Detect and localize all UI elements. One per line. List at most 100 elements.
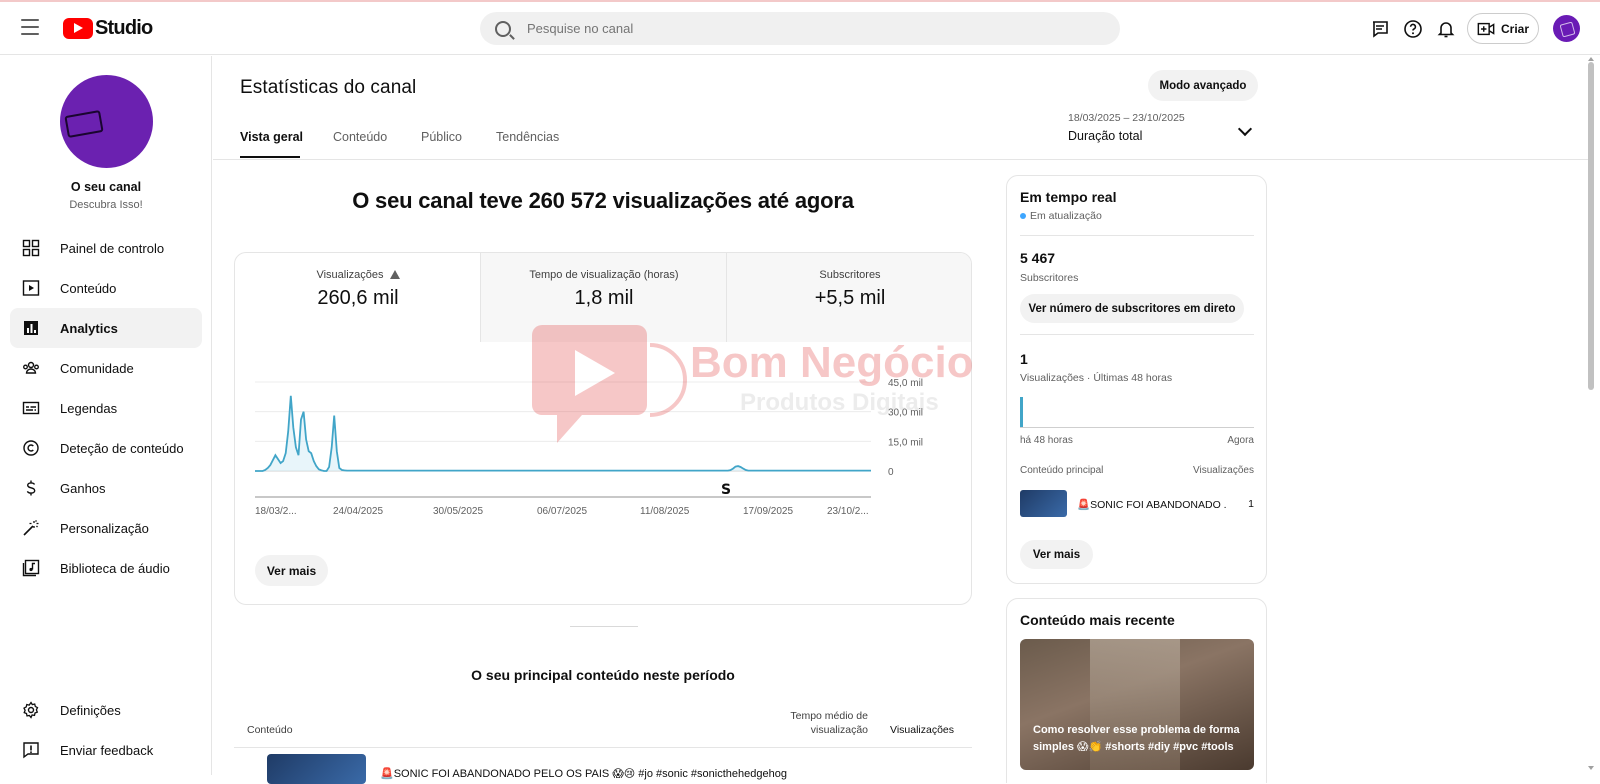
advanced-mode-button[interactable]: Modo avançado (1148, 70, 1258, 101)
content-icon (21, 278, 41, 298)
tab-trends[interactable]: Tendências (496, 130, 559, 144)
latest-video-thumbnail[interactable]: Como resolver esse problema de forma sim… (1020, 639, 1254, 770)
create-button[interactable]: Criar (1467, 13, 1539, 44)
realtime-title: Em tempo real (1020, 189, 1117, 205)
sidebar-item-content[interactable]: Conteúdo (10, 268, 202, 308)
realtime-status: Em atualização (1030, 210, 1102, 222)
see-more-button[interactable]: Ver mais (255, 555, 328, 586)
subtitles-request-icon[interactable] (1369, 18, 1391, 40)
date-range-label: Duração total (1068, 129, 1143, 143)
page-title: Estatísticas do canal (240, 77, 417, 98)
sidebar-item-label: Definições (60, 702, 121, 718)
scrollbar-thumb[interactable] (1588, 62, 1594, 390)
table-header-views[interactable]: Visualizações (890, 724, 954, 736)
notifications-icon[interactable] (1435, 18, 1457, 40)
realtime-bar-chart[interactable] (1020, 397, 1254, 428)
search-input[interactable] (527, 21, 1087, 36)
metric-tab-views[interactable]: Visualizações 260,6 mil (235, 253, 481, 342)
date-range-selector[interactable]: 18/03/2025 – 23/10/2025 Duração total (1068, 112, 1185, 143)
sidebar-item-label: Deteção de conteúdo (60, 440, 184, 456)
subtitles-icon (21, 398, 41, 418)
metric-label: Subscritores (819, 269, 881, 281)
top-video-title[interactable]: 🚨SONIC FOI ABANDONADO PELO OS PAIS 😱😢 #j… (380, 767, 787, 780)
feedback-icon (21, 740, 41, 760)
divider (1020, 235, 1254, 236)
realtime-axis-end: Agora (1227, 435, 1254, 446)
sidebar-item-customization[interactable]: Personalização (10, 508, 202, 548)
realtime-video-title[interactable]: 🚨SONIC FOI ABANDONADO ... (1077, 498, 1227, 511)
settings-icon (21, 700, 41, 720)
dashboard-icon (21, 238, 41, 258)
latest-video-title: Como resolver esse problema de forma sim… (1033, 724, 1240, 753)
sidebar-item-feedback[interactable]: Enviar feedback (10, 730, 202, 770)
search-icon[interactable] (495, 20, 511, 37)
customization-icon (21, 518, 41, 538)
divider (1020, 334, 1254, 335)
realtime-subs-label: Subscritores (1020, 272, 1079, 284)
studio-logo[interactable]: Studio (63, 17, 153, 40)
top-views-label: Visualizações (1193, 465, 1254, 476)
date-range-dates: 18/03/2025 – 23/10/2025 (1068, 112, 1185, 124)
channel-avatar[interactable] (60, 75, 153, 168)
y-tick-label: 30,0 mil (888, 408, 923, 419)
y-tick-label: 15,0 mil (888, 437, 923, 448)
sidebar-item-label: Painel de controlo (60, 240, 165, 256)
x-tick-label: 23/10/2... (827, 506, 869, 517)
top-content-label: Conteúdo principal (1020, 465, 1104, 476)
metric-tab-subscribers[interactable]: Subscritores +5,5 mil (727, 253, 971, 342)
table-header-avg-view-2: visualização (810, 724, 868, 736)
chevron-down-icon[interactable] (1237, 121, 1253, 137)
table-header-avg-view-1: Tempo médio de (790, 710, 868, 722)
metric-value: 1,8 mil (574, 287, 634, 309)
section-divider (570, 626, 638, 627)
latest-content-title: Conteúdo mais recente (1020, 612, 1175, 628)
sidebar-item-subtitles[interactable]: Legendas (10, 388, 202, 428)
table-header-divider (234, 747, 972, 748)
youtube-logo-icon (63, 18, 93, 39)
sidebar-item-label: Comunidade (60, 360, 134, 376)
sidebar-item-label: Analytics (60, 320, 118, 336)
scroll-up-arrow-icon[interactable] (1588, 57, 1594, 61)
tab-audience[interactable]: Público (421, 130, 462, 144)
sidebar-item-settings[interactable]: Definições (10, 690, 202, 730)
video-thumbnail[interactable] (267, 754, 366, 784)
scroll-down-arrow-icon[interactable] (1588, 766, 1594, 770)
audio-library-icon (21, 558, 41, 578)
realtime-bar (1020, 397, 1023, 427)
y-tick-label: 45,0 mil (888, 378, 923, 389)
channel-subtitle: Descubra Isso! (69, 199, 143, 211)
x-tick-label: 24/04/2025 (333, 506, 383, 517)
overview-chart-card: Visualizações 260,6 mil Tempo de visuali… (234, 252, 972, 605)
y-tick-label: 0 (888, 467, 894, 478)
sidebar-item-label: Conteúdo (60, 280, 117, 296)
views-line-chart[interactable]: 45,0 mil 30,0 mil 15,0 mil 0 18/03/2... 24/04… (235, 342, 972, 542)
sidebar-item-label: Biblioteca de áudio (60, 560, 170, 576)
realtime-video-thumbnail[interactable] (1020, 490, 1067, 517)
realtime-card: Em tempo real Em atualização 5 467 Subsc… (1006, 175, 1267, 584)
live-dot-icon (1020, 213, 1026, 219)
sidebar-item-dashboard[interactable]: Painel de controlo (10, 228, 202, 268)
series-area (255, 395, 871, 471)
sidebar-item-label: Legendas (60, 400, 118, 416)
sidebar-item-label: Ganhos (60, 480, 106, 496)
sidebar-item-analytics[interactable]: Analytics (10, 308, 202, 348)
sidebar-item-community[interactable]: Comunidade (10, 348, 202, 388)
account-avatar[interactable] (1553, 15, 1580, 42)
sidebar-item-earn[interactable]: Ganhos (10, 468, 202, 508)
menu-icon[interactable] (21, 19, 39, 35)
sidebar-item-audio-library[interactable]: Biblioteca de áudio (10, 548, 202, 588)
tab-content[interactable]: Conteúdo (333, 130, 387, 144)
realtime-axis-start: há 48 horas (1020, 435, 1073, 446)
search-bar[interactable] (480, 12, 1120, 45)
metric-tab-watch-time[interactable]: Tempo de visualização (horas) 1,8 mil (481, 253, 727, 342)
tab-overview[interactable]: Vista geral (240, 130, 303, 144)
top-content-title: O seu principal conteúdo neste período (471, 667, 735, 683)
shorts-icon: S (721, 482, 731, 498)
sidebar: O seu canal Descubra Isso! Painel de con… (0, 56, 212, 775)
live-subs-button[interactable]: Ver número de subscritores em direto (1020, 294, 1244, 323)
warning-icon[interactable] (389, 270, 400, 279)
help-icon[interactable] (1402, 18, 1424, 40)
realtime-see-more-button[interactable]: Ver mais (1020, 540, 1093, 569)
metric-value: +5,5 mil (814, 287, 886, 309)
sidebar-item-copyright[interactable]: Deteção de conteúdo (10, 428, 202, 468)
